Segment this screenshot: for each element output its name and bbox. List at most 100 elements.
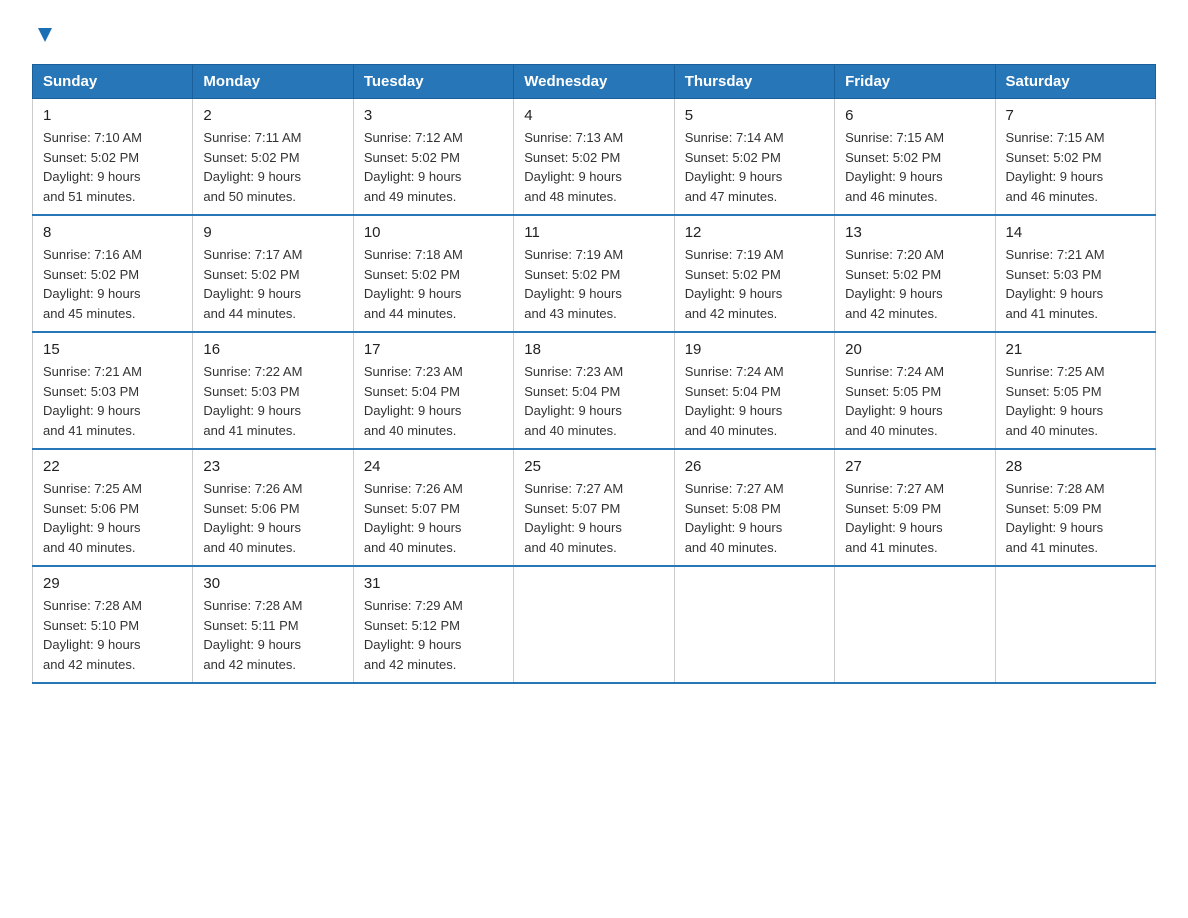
calendar-cell: 16 Sunrise: 7:22 AMSunset: 5:03 PMDaylig… (193, 332, 353, 449)
day-number: 16 (203, 341, 342, 358)
calendar-cell (514, 566, 674, 683)
calendar-cell: 3 Sunrise: 7:12 AMSunset: 5:02 PMDayligh… (353, 99, 513, 216)
calendar-cell: 7 Sunrise: 7:15 AMSunset: 5:02 PMDayligh… (995, 99, 1155, 216)
day-number: 30 (203, 575, 342, 592)
day-info: Sunrise: 7:19 AMSunset: 5:02 PMDaylight:… (685, 245, 824, 323)
calendar-cell: 1 Sunrise: 7:10 AMSunset: 5:02 PMDayligh… (33, 99, 193, 216)
day-number: 21 (1006, 341, 1145, 358)
header-saturday: Saturday (995, 65, 1155, 99)
day-info: Sunrise: 7:19 AMSunset: 5:02 PMDaylight:… (524, 245, 663, 323)
day-number: 15 (43, 341, 182, 358)
week-row-4: 22 Sunrise: 7:25 AMSunset: 5:06 PMDaylig… (33, 449, 1156, 566)
calendar-cell: 21 Sunrise: 7:25 AMSunset: 5:05 PMDaylig… (995, 332, 1155, 449)
calendar-cell: 18 Sunrise: 7:23 AMSunset: 5:04 PMDaylig… (514, 332, 674, 449)
calendar-cell: 26 Sunrise: 7:27 AMSunset: 5:08 PMDaylig… (674, 449, 834, 566)
day-info: Sunrise: 7:21 AMSunset: 5:03 PMDaylight:… (1006, 245, 1145, 323)
day-number: 20 (845, 341, 984, 358)
day-info: Sunrise: 7:26 AMSunset: 5:06 PMDaylight:… (203, 479, 342, 557)
day-info: Sunrise: 7:28 AMSunset: 5:11 PMDaylight:… (203, 596, 342, 674)
calendar-cell: 14 Sunrise: 7:21 AMSunset: 5:03 PMDaylig… (995, 215, 1155, 332)
calendar-cell: 30 Sunrise: 7:28 AMSunset: 5:11 PMDaylig… (193, 566, 353, 683)
day-info: Sunrise: 7:29 AMSunset: 5:12 PMDaylight:… (364, 596, 503, 674)
week-row-5: 29 Sunrise: 7:28 AMSunset: 5:10 PMDaylig… (33, 566, 1156, 683)
calendar-cell: 31 Sunrise: 7:29 AMSunset: 5:12 PMDaylig… (353, 566, 513, 683)
day-info: Sunrise: 7:24 AMSunset: 5:04 PMDaylight:… (685, 362, 824, 440)
day-info: Sunrise: 7:27 AMSunset: 5:09 PMDaylight:… (845, 479, 984, 557)
day-info: Sunrise: 7:15 AMSunset: 5:02 PMDaylight:… (845, 128, 984, 206)
calendar-cell (674, 566, 834, 683)
header-friday: Friday (835, 65, 995, 99)
day-info: Sunrise: 7:28 AMSunset: 5:09 PMDaylight:… (1006, 479, 1145, 557)
day-info: Sunrise: 7:24 AMSunset: 5:05 PMDaylight:… (845, 362, 984, 440)
page-header (32, 24, 1156, 46)
header-row: SundayMondayTuesdayWednesdayThursdayFrid… (33, 65, 1156, 99)
day-number: 10 (364, 224, 503, 241)
day-number: 1 (43, 107, 182, 124)
calendar-cell: 8 Sunrise: 7:16 AMSunset: 5:02 PMDayligh… (33, 215, 193, 332)
day-info: Sunrise: 7:17 AMSunset: 5:02 PMDaylight:… (203, 245, 342, 323)
day-number: 14 (1006, 224, 1145, 241)
week-row-1: 1 Sunrise: 7:10 AMSunset: 5:02 PMDayligh… (33, 99, 1156, 216)
day-info: Sunrise: 7:16 AMSunset: 5:02 PMDaylight:… (43, 245, 182, 323)
day-info: Sunrise: 7:22 AMSunset: 5:03 PMDaylight:… (203, 362, 342, 440)
header-tuesday: Tuesday (353, 65, 513, 99)
header-sunday: Sunday (33, 65, 193, 99)
day-number: 3 (364, 107, 503, 124)
calendar-cell: 17 Sunrise: 7:23 AMSunset: 5:04 PMDaylig… (353, 332, 513, 449)
calendar-cell: 4 Sunrise: 7:13 AMSunset: 5:02 PMDayligh… (514, 99, 674, 216)
calendar-cell: 9 Sunrise: 7:17 AMSunset: 5:02 PMDayligh… (193, 215, 353, 332)
calendar-cell: 15 Sunrise: 7:21 AMSunset: 5:03 PMDaylig… (33, 332, 193, 449)
day-number: 12 (685, 224, 824, 241)
day-number: 27 (845, 458, 984, 475)
calendar-cell: 12 Sunrise: 7:19 AMSunset: 5:02 PMDaylig… (674, 215, 834, 332)
logo (32, 24, 56, 46)
day-number: 6 (845, 107, 984, 124)
day-info: Sunrise: 7:27 AMSunset: 5:07 PMDaylight:… (524, 479, 663, 557)
calendar-cell: 27 Sunrise: 7:27 AMSunset: 5:09 PMDaylig… (835, 449, 995, 566)
day-number: 2 (203, 107, 342, 124)
day-info: Sunrise: 7:23 AMSunset: 5:04 PMDaylight:… (364, 362, 503, 440)
day-info: Sunrise: 7:20 AMSunset: 5:02 PMDaylight:… (845, 245, 984, 323)
day-number: 25 (524, 458, 663, 475)
day-info: Sunrise: 7:10 AMSunset: 5:02 PMDaylight:… (43, 128, 182, 206)
day-info: Sunrise: 7:14 AMSunset: 5:02 PMDaylight:… (685, 128, 824, 206)
day-info: Sunrise: 7:27 AMSunset: 5:08 PMDaylight:… (685, 479, 824, 557)
calendar-cell: 20 Sunrise: 7:24 AMSunset: 5:05 PMDaylig… (835, 332, 995, 449)
day-number: 4 (524, 107, 663, 124)
week-row-3: 15 Sunrise: 7:21 AMSunset: 5:03 PMDaylig… (33, 332, 1156, 449)
day-number: 31 (364, 575, 503, 592)
logo-triangle-icon (34, 24, 56, 46)
day-info: Sunrise: 7:25 AMSunset: 5:06 PMDaylight:… (43, 479, 182, 557)
day-number: 19 (685, 341, 824, 358)
calendar-table: SundayMondayTuesdayWednesdayThursdayFrid… (32, 64, 1156, 684)
day-number: 11 (524, 224, 663, 241)
day-number: 28 (1006, 458, 1145, 475)
day-number: 8 (43, 224, 182, 241)
day-number: 22 (43, 458, 182, 475)
day-number: 24 (364, 458, 503, 475)
day-info: Sunrise: 7:11 AMSunset: 5:02 PMDaylight:… (203, 128, 342, 206)
day-info: Sunrise: 7:26 AMSunset: 5:07 PMDaylight:… (364, 479, 503, 557)
day-number: 17 (364, 341, 503, 358)
day-info: Sunrise: 7:18 AMSunset: 5:02 PMDaylight:… (364, 245, 503, 323)
header-thursday: Thursday (674, 65, 834, 99)
day-number: 18 (524, 341, 663, 358)
day-number: 9 (203, 224, 342, 241)
week-row-2: 8 Sunrise: 7:16 AMSunset: 5:02 PMDayligh… (33, 215, 1156, 332)
day-number: 23 (203, 458, 342, 475)
day-number: 13 (845, 224, 984, 241)
calendar-cell (835, 566, 995, 683)
calendar-cell: 19 Sunrise: 7:24 AMSunset: 5:04 PMDaylig… (674, 332, 834, 449)
calendar-cell: 11 Sunrise: 7:19 AMSunset: 5:02 PMDaylig… (514, 215, 674, 332)
header-wednesday: Wednesday (514, 65, 674, 99)
calendar-cell: 28 Sunrise: 7:28 AMSunset: 5:09 PMDaylig… (995, 449, 1155, 566)
day-number: 5 (685, 107, 824, 124)
day-number: 26 (685, 458, 824, 475)
day-info: Sunrise: 7:15 AMSunset: 5:02 PMDaylight:… (1006, 128, 1145, 206)
day-info: Sunrise: 7:25 AMSunset: 5:05 PMDaylight:… (1006, 362, 1145, 440)
calendar-cell (995, 566, 1155, 683)
calendar-cell: 5 Sunrise: 7:14 AMSunset: 5:02 PMDayligh… (674, 99, 834, 216)
day-info: Sunrise: 7:13 AMSunset: 5:02 PMDaylight:… (524, 128, 663, 206)
calendar-cell: 25 Sunrise: 7:27 AMSunset: 5:07 PMDaylig… (514, 449, 674, 566)
day-info: Sunrise: 7:23 AMSunset: 5:04 PMDaylight:… (524, 362, 663, 440)
